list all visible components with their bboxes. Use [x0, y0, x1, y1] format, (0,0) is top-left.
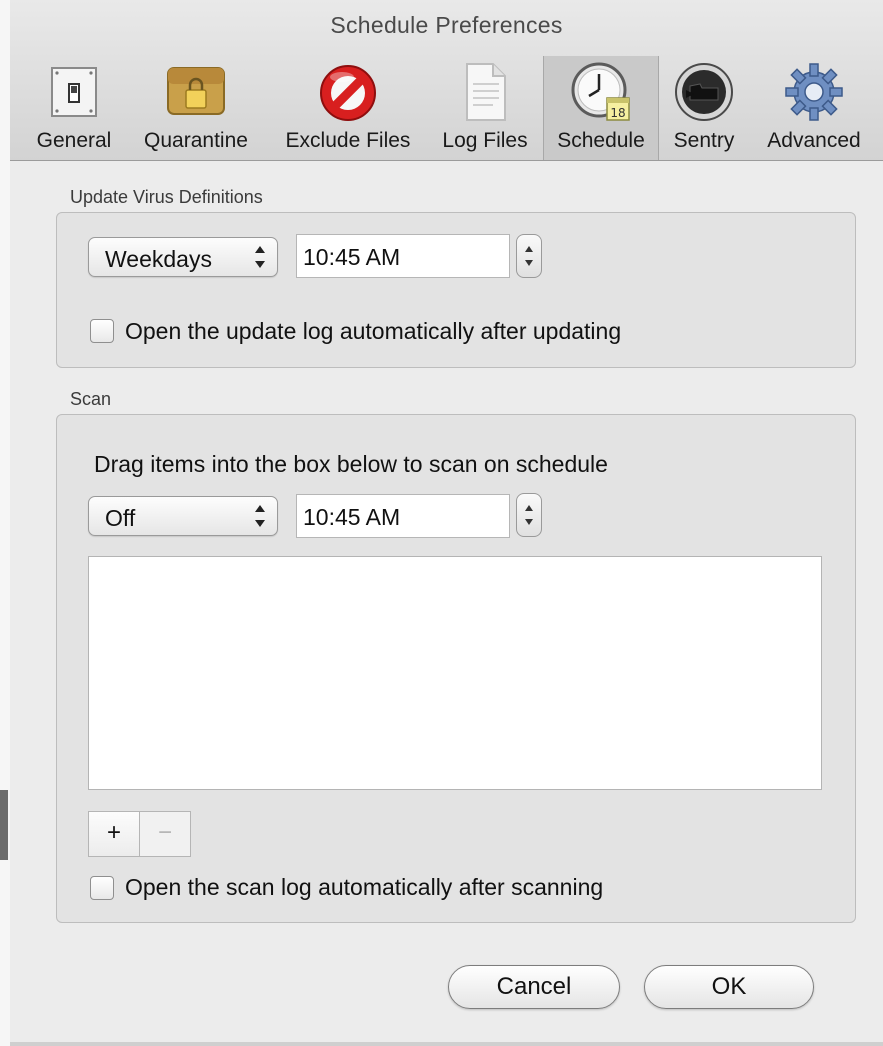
- tab-label: Exclude Files: [285, 129, 411, 152]
- tab-label: Log Files: [442, 129, 528, 152]
- scan-group-label: Scan: [70, 389, 112, 409]
- window-title: Schedule Preferences: [330, 12, 563, 38]
- scan-items-dropbox[interactable]: [88, 556, 822, 790]
- clock-calendar-icon: 18: [571, 62, 630, 121]
- update-open-log-checkbox[interactable]: [90, 319, 114, 343]
- tab-label: General: [36, 129, 112, 152]
- scan-open-log-label: Open the scan log automatically after sc…: [125, 874, 604, 900]
- popup-arrows-icon: [255, 505, 265, 527]
- cancel-button[interactable]: Cancel: [448, 965, 620, 1009]
- scan-instruction: Drag items into the box below to scan on…: [94, 451, 608, 477]
- tab-log-files[interactable]: Log Files: [434, 56, 536, 160]
- add-item-button[interactable]: +: [88, 811, 140, 857]
- scan-time-field[interactable]: 10:45 AM: [296, 494, 510, 538]
- document-icon: [466, 63, 506, 121]
- scan-frequency-popup[interactable]: Off: [88, 496, 278, 536]
- popup-arrows-icon: [255, 246, 265, 268]
- stepper-up-icon[interactable]: [525, 505, 533, 511]
- update-time-stepper[interactable]: [516, 234, 542, 278]
- update-group-label: Update Virus Definitions: [70, 187, 263, 207]
- scan-time-value: 10:45 AM: [303, 504, 401, 530]
- tab-quarantine[interactable]: Quarantine: [132, 56, 260, 160]
- tab-label: Quarantine: [144, 129, 248, 152]
- stepper-up-icon[interactable]: [525, 246, 533, 252]
- no-sign-icon: [320, 65, 376, 121]
- svg-text:18: 18: [610, 106, 625, 120]
- update-frequency-value: Weekdays: [105, 246, 212, 272]
- scan-open-log-checkbox[interactable]: [90, 876, 114, 900]
- update-time-field[interactable]: 10:45 AM: [296, 234, 510, 278]
- tab-label: Sentry: [673, 129, 735, 152]
- locked-box-icon: [167, 67, 225, 115]
- sentry-icon: [675, 63, 733, 121]
- update-open-log-label: Open the update log automatically after …: [125, 318, 622, 344]
- ok-button[interactable]: OK: [644, 965, 814, 1009]
- update-frequency-popup[interactable]: Weekdays: [88, 237, 278, 277]
- tab-advanced[interactable]: Advanced: [754, 56, 874, 160]
- tab-exclude-files[interactable]: Exclude Files: [274, 56, 422, 160]
- window-bottom-border: [10, 1042, 883, 1046]
- background-window-strip: [0, 790, 8, 860]
- remove-item-button[interactable]: −: [139, 811, 191, 857]
- scan-time-stepper[interactable]: [516, 493, 542, 537]
- tab-label: Advanced: [767, 129, 861, 152]
- tab-general[interactable]: General: [28, 56, 120, 160]
- scan-frequency-value: Off: [105, 505, 136, 531]
- gear-icon: [785, 63, 843, 121]
- stepper-down-icon[interactable]: [525, 260, 533, 266]
- toolbar: Schedule Preferences General Quarantine: [10, 0, 883, 161]
- tab-label: Schedule: [557, 129, 645, 152]
- tab-schedule[interactable]: 18 Schedule: [543, 56, 659, 160]
- tab-sentry[interactable]: Sentry: [666, 56, 742, 160]
- window-left-edge: [0, 0, 10, 1046]
- preferences-window: Schedule Preferences General Quarantine: [10, 0, 883, 1046]
- stepper-down-icon[interactable]: [525, 519, 533, 525]
- switch-panel-icon: [51, 67, 97, 117]
- update-time-value: 10:45 AM: [303, 244, 401, 270]
